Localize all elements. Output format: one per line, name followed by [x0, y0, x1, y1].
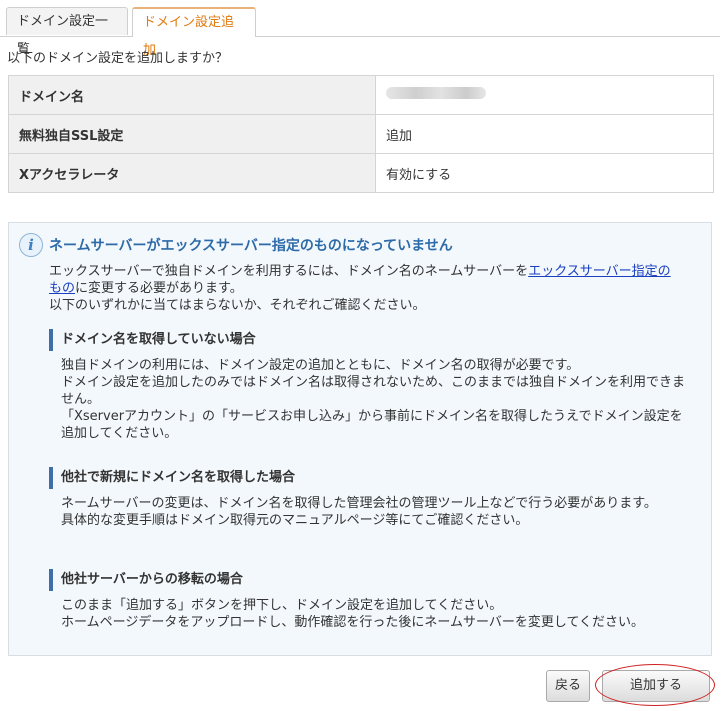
row-key: Xアクセラレータ — [8, 153, 376, 193]
section-line: ネームサーバーの変更は、ドメイン名を取得した管理会社の管理ツール上などで行う必要… — [61, 496, 657, 511]
notice-intro: エックスサーバーで独自ドメインを利用するには、ドメイン名のネームサーバーをエック… — [49, 263, 679, 314]
section-heading: ドメイン名を取得していない場合 — [49, 329, 689, 351]
table-row: 無料独自SSL設定 追加 — [8, 114, 714, 154]
section-no-domain: ドメイン名を取得していない場合 独自ドメインの利用には、ドメイン設定の追加ととも… — [49, 329, 689, 442]
add-button[interactable]: 追加する — [602, 670, 710, 702]
section-line: 独自ドメインの利用には、ドメイン設定の追加とともに、ドメイン名の取得が必要です。 — [61, 358, 580, 373]
section-heading: 他社で新規にドメイン名を取得した場合 — [49, 467, 689, 489]
intro-text: 以下のいずれかに当てはまらないか、それぞれご確認ください。 — [49, 298, 426, 313]
section-line: ホームページデータをアップロードし、動作確認を行った後にネームサーバーを変更して… — [61, 615, 645, 630]
table-row: Xアクセラレータ 有効にする — [8, 153, 714, 193]
nameserver-notice: i ネームサーバーがエックスサーバー指定のものになっていません エックスサーバー… — [8, 222, 712, 656]
section-line: このまま「追加する」ボタンを押下し、ドメイン設定を追加してください。 — [61, 598, 503, 613]
section-line: 「Xserverアカウント」の「サービスお申し込み」から事前にドメイン名を取得し… — [61, 409, 683, 441]
tab-domain-settings-add[interactable]: ドメイン設定追加 — [132, 7, 256, 58]
section-body: ネームサーバーの変更は、ドメイン名を取得した管理会社の管理ツール上などで行う必要… — [49, 495, 689, 529]
notice-title: ネームサーバーがエックスサーバー指定のものになっていません — [49, 238, 453, 254]
back-button[interactable]: 戻る — [546, 670, 590, 702]
confirm-prompt: 以下のドメイン設定を追加しますか？ — [7, 51, 229, 66]
row-value: 追加 — [375, 114, 714, 154]
section-migration: 他社サーバーからの移転の場合 このまま「追加する」ボタンを押下し、ドメイン設定を… — [49, 569, 689, 631]
intro-text: エックスサーバーで独自ドメインを利用するには、ドメイン名のネームサーバーを — [49, 264, 529, 279]
section-line: ドメイン設定を追加したのみではドメイン名は取得されないため、このままでは独自ドメ… — [61, 375, 686, 407]
domain-name-value — [375, 75, 714, 115]
row-key: ドメイン名 — [8, 75, 376, 115]
intro-text: に変更する必要があります。 — [75, 281, 243, 296]
row-value: 有効にする — [375, 153, 714, 193]
section-heading: 他社サーバーからの移転の場合 — [49, 569, 689, 591]
section-line: 具体的な変更手順はドメイン取得元のマニュアルページ等にてご確認ください。 — [61, 513, 529, 528]
section-body: 独自ドメインの利用には、ドメイン設定の追加とともに、ドメイン名の取得が必要です。… — [49, 357, 689, 442]
row-key: 無料独自SSL設定 — [8, 114, 376, 154]
tab-bar: ドメイン設定一覧 ドメイン設定追加 — [0, 0, 720, 58]
tab-domain-settings-list[interactable]: ドメイン設定一覧 — [6, 7, 128, 57]
table-row: ドメイン名 — [8, 75, 714, 115]
settings-table: ドメイン名 無料独自SSL設定 追加 Xアクセラレータ 有効にする — [8, 75, 714, 193]
redacted-domain — [386, 87, 486, 99]
section-body: このまま「追加する」ボタンを押下し、ドメイン設定を追加してください。 ホームペー… — [49, 597, 689, 631]
info-icon: i — [19, 233, 43, 257]
section-other-registrar: 他社で新規にドメイン名を取得した場合 ネームサーバーの変更は、ドメイン名を取得し… — [49, 467, 689, 529]
